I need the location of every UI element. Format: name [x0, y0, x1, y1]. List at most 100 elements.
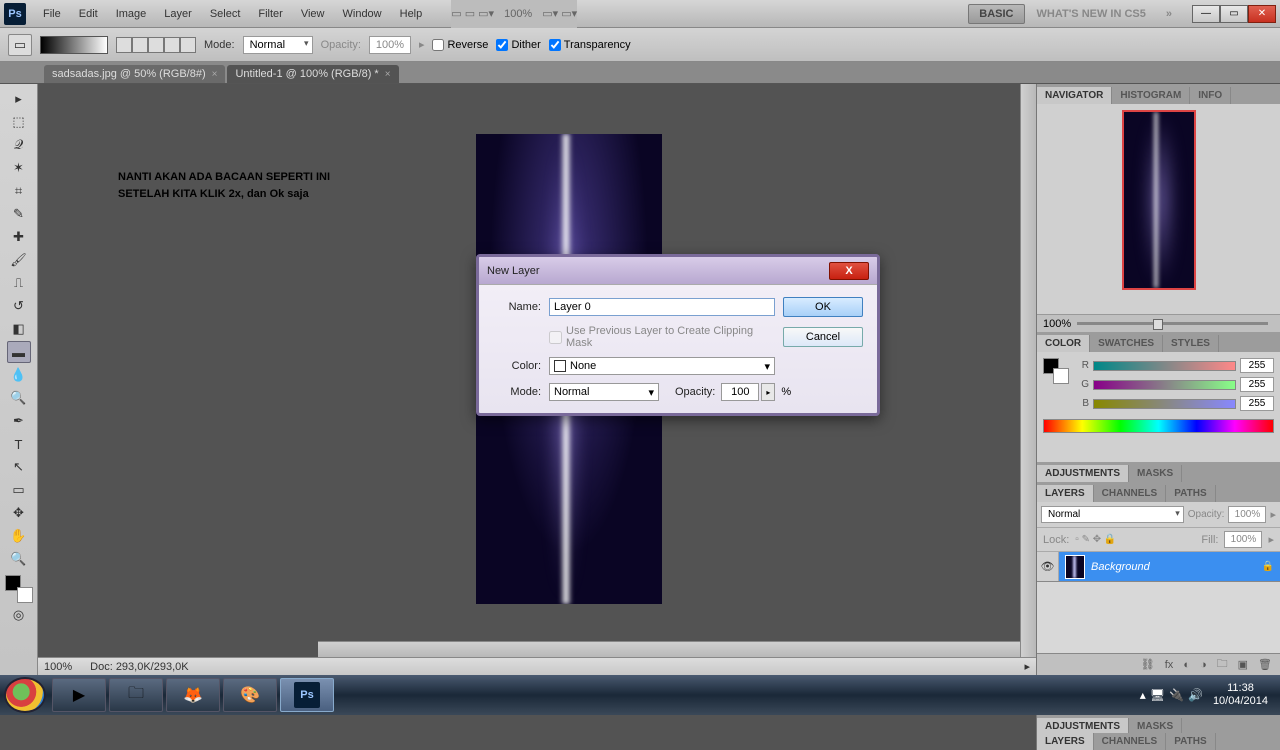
- marquee-tool[interactable]: ⬚: [7, 111, 31, 133]
- spectrum-bar[interactable]: [1043, 419, 1274, 433]
- mode-dropdown[interactable]: Normal: [243, 36, 313, 54]
- tab-paths[interactable]: PATHS: [1166, 733, 1215, 750]
- color-fgbg[interactable]: [1043, 358, 1069, 384]
- more-icon[interactable]: »: [1158, 8, 1180, 20]
- layer-thumb[interactable]: [1065, 555, 1085, 579]
- wand-tool[interactable]: ✶: [7, 157, 31, 179]
- color-dropdown[interactable]: None: [549, 357, 775, 375]
- layer-row[interactable]: 👁 Background 🔒: [1037, 552, 1280, 582]
- menu-help[interactable]: Help: [391, 4, 432, 24]
- transparency-checkbox[interactable]: Transparency: [549, 39, 631, 51]
- tab-navigator[interactable]: NAVIGATOR: [1037, 87, 1112, 104]
- close-button[interactable]: ✕: [1248, 5, 1276, 23]
- tab-histogram[interactable]: HISTOGRAM: [1112, 87, 1190, 104]
- tray-clock[interactable]: 11:38 10/04/2014: [1213, 682, 1268, 708]
- minimize-button[interactable]: —: [1192, 5, 1220, 23]
- mask-icon[interactable]: ◐: [1183, 659, 1190, 671]
- dlg-mode-dropdown[interactable]: Normal: [549, 383, 659, 401]
- menu-edit[interactable]: Edit: [70, 4, 107, 24]
- dlg-opacity-field[interactable]: [721, 383, 759, 401]
- healing-tool[interactable]: ✚: [7, 226, 31, 248]
- dialog-titlebar[interactable]: New Layer X: [479, 257, 877, 285]
- document-tab[interactable]: sadsadas.jpg @ 50% (RGB/8#)×: [44, 65, 225, 83]
- type-tool[interactable]: T: [7, 433, 31, 455]
- taskbar-photoshop[interactable]: Ps: [280, 678, 334, 712]
- menu-file[interactable]: File: [34, 4, 70, 24]
- navigator-thumb[interactable]: [1122, 110, 1196, 290]
- b-value[interactable]: 255: [1240, 396, 1274, 411]
- tab-paths[interactable]: PATHS: [1166, 485, 1215, 502]
- start-button[interactable]: [4, 677, 46, 713]
- taskbar-explorer[interactable]: 🗀: [109, 678, 163, 712]
- tab-swatches[interactable]: SWATCHES: [1090, 335, 1163, 352]
- eraser-tool[interactable]: ◧: [7, 318, 31, 340]
- tab-color[interactable]: COLOR: [1037, 335, 1090, 352]
- layer-name[interactable]: Background: [1091, 561, 1150, 573]
- tab-layers[interactable]: LAYERS: [1037, 485, 1094, 502]
- trash-icon[interactable]: 🗑: [1258, 658, 1272, 671]
- dither-checkbox[interactable]: Dither: [496, 39, 540, 51]
- eyedropper-tool[interactable]: ✎: [7, 203, 31, 225]
- g-value[interactable]: 255: [1240, 377, 1274, 392]
- menu-window[interactable]: Window: [334, 4, 391, 24]
- tab-layers[interactable]: LAYERS: [1037, 733, 1094, 750]
- r-slider[interactable]: [1093, 361, 1236, 371]
- quickmask-tool[interactable]: ◎: [7, 604, 31, 626]
- status-zoom[interactable]: 100%: [44, 661, 72, 673]
- menu-select[interactable]: Select: [201, 4, 250, 24]
- canvas-area[interactable]: NANTI AKAN ADA BACAAN SEPERTI INI SETELA…: [38, 84, 1036, 675]
- fx-icon[interactable]: fx: [1165, 659, 1174, 671]
- tab-adjustments[interactable]: ADJUSTMENTS: [1037, 465, 1129, 482]
- move-tool[interactable]: ▸: [7, 88, 31, 110]
- blend-mode-dropdown[interactable]: Normal: [1041, 506, 1184, 523]
- whats-new-link[interactable]: WHAT'S NEW IN CS5: [1029, 8, 1154, 20]
- gradient-swatch[interactable]: [40, 36, 108, 54]
- scrollbar-horizontal[interactable]: [318, 641, 1020, 657]
- tab-channels[interactable]: CHANNELS: [1094, 733, 1167, 750]
- gradient-type-icons[interactable]: [116, 37, 196, 53]
- close-icon[interactable]: ×: [212, 69, 218, 80]
- history-brush-tool[interactable]: ↺: [7, 295, 31, 317]
- tray-icons[interactable]: ▴🖥🔌🔊: [1138, 688, 1205, 702]
- close-icon[interactable]: ×: [385, 69, 391, 80]
- ok-button[interactable]: OK: [783, 297, 863, 317]
- opacity-stepper[interactable]: ▸: [761, 383, 775, 401]
- tab-channels[interactable]: CHANNELS: [1094, 485, 1167, 502]
- taskbar-firefox[interactable]: 🦊: [166, 678, 220, 712]
- workspace-basic-button[interactable]: BASIC: [968, 4, 1024, 24]
- lasso-tool[interactable]: 𝒬: [7, 134, 31, 156]
- fill-value[interactable]: 100%: [1224, 531, 1262, 548]
- menu-layer[interactable]: Layer: [155, 4, 201, 24]
- folder-icon[interactable]: 🗀: [1217, 655, 1228, 674]
- taskbar-paint[interactable]: 🎨: [223, 678, 277, 712]
- document-tab[interactable]: Untitled-1 @ 100% (RGB/8) *×: [227, 65, 398, 83]
- nav-zoom-value[interactable]: 100%: [1043, 318, 1071, 330]
- blur-tool[interactable]: 💧: [7, 364, 31, 386]
- g-slider[interactable]: [1093, 380, 1236, 390]
- color-swatches[interactable]: [5, 575, 33, 603]
- layer-opacity[interactable]: 100%: [1228, 506, 1266, 523]
- adj-layer-icon[interactable]: ◑: [1200, 659, 1207, 671]
- brush-tool[interactable]: 🖌: [7, 249, 31, 271]
- dodge-tool[interactable]: 🔍: [7, 387, 31, 409]
- crop-tool[interactable]: ⌗: [7, 180, 31, 202]
- maximize-button[interactable]: ▭: [1220, 5, 1248, 23]
- nav-zoom-slider[interactable]: [1077, 322, 1268, 325]
- taskbar-wmp[interactable]: ▶: [52, 678, 106, 712]
- b-slider[interactable]: [1093, 399, 1236, 409]
- path-tool[interactable]: ↖: [7, 456, 31, 478]
- reverse-checkbox[interactable]: Reverse: [432, 39, 488, 51]
- menu-view[interactable]: View: [292, 4, 334, 24]
- zoom-tool[interactable]: 🔍: [7, 548, 31, 570]
- link-icon[interactable]: ⛓: [1141, 658, 1155, 671]
- r-value[interactable]: 255: [1240, 358, 1274, 373]
- new-layer-icon[interactable]: ▣: [1238, 658, 1248, 671]
- tab-masks[interactable]: MASKS: [1129, 465, 1182, 482]
- name-field[interactable]: [549, 298, 775, 316]
- gradient-tool[interactable]: ▬: [7, 341, 31, 363]
- menu-image[interactable]: Image: [107, 4, 156, 24]
- shape-tool[interactable]: ▭: [7, 479, 31, 501]
- tab-styles[interactable]: STYLES: [1163, 335, 1219, 352]
- visibility-icon[interactable]: 👁: [1037, 552, 1059, 581]
- stamp-tool[interactable]: ⎍: [7, 272, 31, 294]
